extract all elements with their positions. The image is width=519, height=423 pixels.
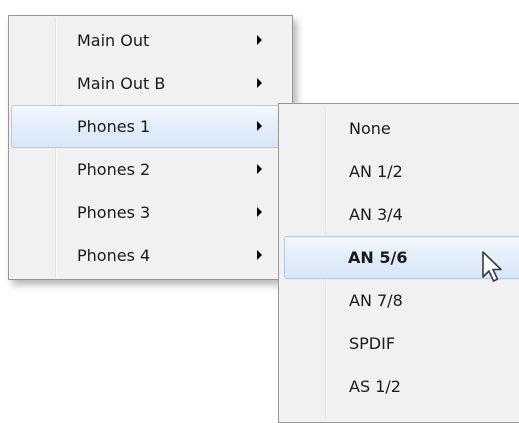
menu-item-phones-1[interactable]: Phones 1: [11, 105, 290, 148]
arrow-right-icon: [257, 121, 262, 131]
submenu-item-label: AN 7/8: [349, 291, 403, 310]
menu-item-label: Main Out: [77, 31, 150, 50]
submenu-item-an-1-2[interactable]: AN 1/2: [282, 150, 519, 193]
arrow-right-icon: [257, 250, 262, 260]
arrow-right-icon: [257, 35, 262, 45]
submenu-item-label: None: [349, 119, 391, 138]
arrow-right-icon: [257, 207, 262, 217]
mouse-cursor-icon: [482, 251, 502, 282]
submenu-item-as-1-2[interactable]: AS 1/2: [282, 365, 519, 408]
menu-item-phones-2[interactable]: Phones 2: [11, 148, 290, 191]
submenu-item-spdif[interactable]: SPDIF: [282, 322, 519, 365]
submenu-item-none[interactable]: None: [282, 107, 519, 150]
submenu-item-an-3-4[interactable]: AN 3/4: [282, 193, 519, 236]
submenu-item-label: AN 1/2: [349, 162, 403, 181]
menu-item-phones-3[interactable]: Phones 3: [11, 191, 290, 234]
submenu-item-label: AS 1/2: [349, 377, 401, 396]
submenu-item-label: AN 3/4: [349, 205, 403, 224]
menu-item-phones-4[interactable]: Phones 4: [11, 234, 290, 277]
main-context-menu: Main Out Main Out B Phones 1 Phones 2 Ph…: [8, 15, 293, 280]
menu-item-label: Phones 2: [77, 160, 151, 179]
arrow-right-icon: [257, 78, 262, 88]
menu-item-main-out[interactable]: Main Out: [11, 19, 290, 62]
menu-item-main-out-b[interactable]: Main Out B: [11, 62, 290, 105]
arrow-right-icon: [257, 164, 262, 174]
submenu-item-label: SPDIF: [349, 334, 396, 353]
menu-item-label: Main Out B: [77, 74, 166, 93]
menu-item-label: Phones 4: [77, 246, 151, 265]
menu-item-label: Phones 3: [77, 203, 151, 222]
submenu-item-label: AN 5/6: [348, 248, 408, 267]
menu-item-label: Phones 1: [77, 117, 151, 136]
